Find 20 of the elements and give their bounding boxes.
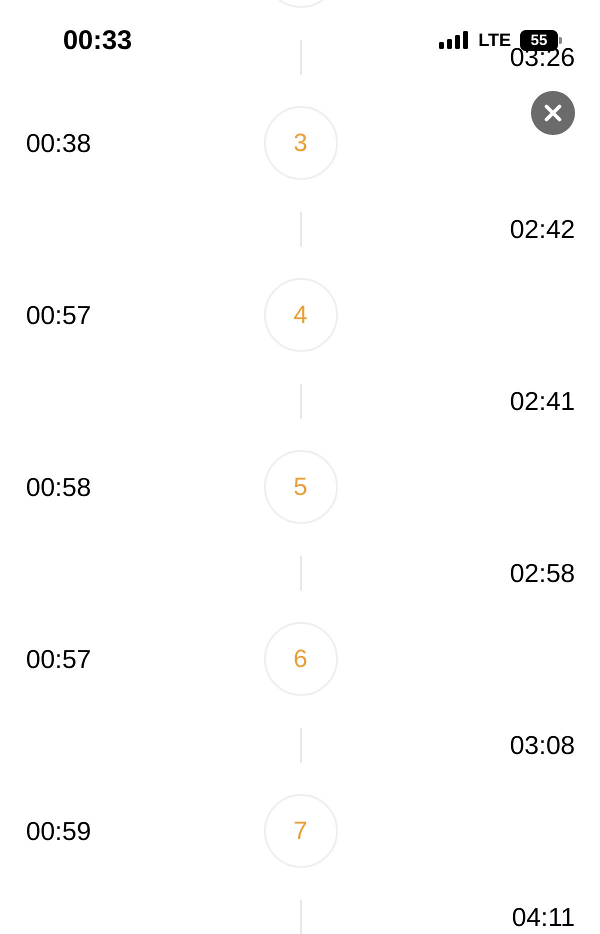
step-number-circle: 6 — [264, 622, 338, 696]
step-number-circle: 3 — [264, 106, 338, 180]
step-number-circle: 4 — [264, 278, 338, 352]
interval-time: 04:11 — [512, 902, 575, 932]
interval-time: 02:42 — [510, 214, 575, 244]
step-time: 00:57 — [26, 644, 92, 674]
step-time: 00:38 — [26, 128, 92, 158]
close-icon — [544, 104, 562, 122]
interval-time: 02:41 — [510, 386, 575, 416]
interval-time: 03:08 — [510, 730, 575, 760]
step-time: 00:58 — [26, 472, 92, 502]
interval-time: 02:58 — [510, 558, 575, 588]
step-number-circle: 5 — [264, 450, 338, 524]
step-number-circle: 7 — [264, 794, 338, 868]
network-label: LTE — [478, 30, 511, 50]
close-button[interactable] — [531, 91, 575, 135]
status-time: 00:33 — [63, 26, 132, 54]
signal-icon — [439, 31, 470, 49]
step-time: 00:57 — [26, 300, 92, 330]
step-time: 00:59 — [26, 816, 92, 846]
